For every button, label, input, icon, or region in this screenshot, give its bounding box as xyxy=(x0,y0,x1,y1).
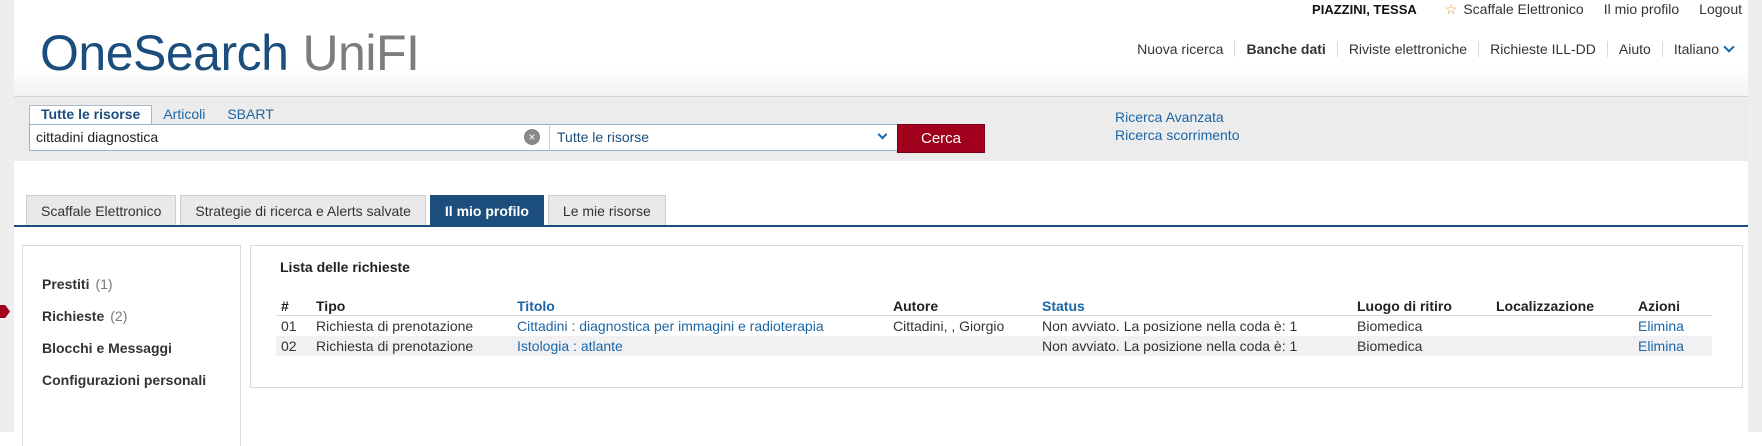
tab-saved-searches[interactable]: Strategie di ricerca e Alerts salvate xyxy=(180,195,426,226)
sidebar-item-label: Blocchi e Messaggi xyxy=(42,340,172,356)
sidebar-item-requests[interactable]: Richieste (2) xyxy=(42,308,127,324)
scope-value: Tutte le risorse xyxy=(557,129,650,145)
page-tabs: Scaffale Elettronico Strategie di ricerc… xyxy=(26,195,670,226)
panel-title: Lista delle richieste xyxy=(280,259,410,275)
sidebar-item-label: Richieste xyxy=(42,308,105,324)
nav-new-search[interactable]: Nuova ricerca xyxy=(1126,41,1234,57)
row-pickup: Biomedica xyxy=(1357,318,1423,334)
shelf-label: Scaffale Elettronico xyxy=(1463,1,1584,17)
advanced-links: Ricerca Avanzata Ricerca scorrimento xyxy=(1115,108,1239,144)
col-type: Tipo xyxy=(316,298,346,314)
row-number: 01 xyxy=(281,318,297,334)
advanced-search-link[interactable]: Ricerca Avanzata xyxy=(1115,108,1239,126)
logo[interactable]: OneSearch UniFI xyxy=(40,25,420,81)
row-status: Non avviato. La posizione nella coda è: … xyxy=(1042,318,1298,334)
browse-search-link[interactable]: Ricerca scorrimento xyxy=(1115,126,1239,144)
delete-button[interactable]: Elimina xyxy=(1638,338,1684,354)
chevron-down-icon xyxy=(877,129,888,140)
sidebar-item-settings[interactable]: Configurazioni personali xyxy=(42,372,206,388)
tab-my-resources[interactable]: Le mie risorse xyxy=(547,195,666,226)
row-type: Richiesta di prenotazione xyxy=(316,318,474,334)
chevron-down-icon xyxy=(1723,41,1735,53)
search-input[interactable]: cittadini diagnostica × xyxy=(29,124,551,151)
star-icon: ☆ xyxy=(1444,0,1458,17)
sidebar-item-label: Prestiti xyxy=(42,276,90,292)
tab-my-profile[interactable]: Il mio profilo xyxy=(429,195,544,226)
col-pickup: Luogo di ritiro xyxy=(1357,298,1452,314)
nav-databases[interactable]: Banche dati xyxy=(1234,41,1336,57)
col-location: Localizzazione xyxy=(1496,298,1595,314)
col-number: # xyxy=(281,298,289,314)
nav-help[interactable]: Aiuto xyxy=(1606,41,1662,57)
search-tab-all[interactable]: Tutte le risorse xyxy=(29,105,153,125)
tab-underline xyxy=(14,225,1748,227)
sidebar-item-count: (1) xyxy=(95,276,113,292)
search-tab-articles[interactable]: Articoli xyxy=(152,105,216,125)
header: OneSearch UniFI PIAZZINI, TESSA ☆ Scaffale… xyxy=(14,0,1748,97)
search-button[interactable]: Cerca xyxy=(897,124,985,153)
row-number: 02 xyxy=(281,338,297,354)
sidebar-item-loans[interactable]: Prestiti (1) xyxy=(42,276,113,292)
main-nav: Nuova ricerca Banche dati Riviste elettr… xyxy=(1126,41,1744,57)
table-row: 02 Richiesta di prenotazione Istologia :… xyxy=(276,336,1712,356)
col-author: Autore xyxy=(893,298,939,314)
table-row: 01 Richiesta di prenotazione Cittadini :… xyxy=(276,316,1712,336)
scope-select[interactable]: Tutte le risorse xyxy=(549,124,901,151)
search-query: cittadini diagnostica xyxy=(36,129,159,145)
table-header: # Tipo Titolo Autore Status Luogo di rit… xyxy=(276,296,1712,316)
nav-ejournals[interactable]: Riviste elettroniche xyxy=(1336,41,1478,57)
profile-sidebar: Prestiti (1) Richieste (2) Blocchi e Messa… xyxy=(22,245,241,446)
tab-shelf[interactable]: Scaffale Elettronico xyxy=(26,195,177,226)
row-title-link[interactable]: Cittadini : diagnostica per immagini e r… xyxy=(517,318,824,334)
profile-link[interactable]: Il mio profilo xyxy=(1604,1,1679,17)
search-tab-sbart[interactable]: SBART xyxy=(216,105,284,125)
row-status: Non avviato. La posizione nella coda è: … xyxy=(1042,338,1298,354)
col-status-sort[interactable]: Status xyxy=(1042,298,1085,314)
row-author: Cittadini, , Giorgio xyxy=(893,318,1005,334)
row-title-link[interactable]: Istologia : atlante xyxy=(517,338,623,354)
sidebar-item-blocks[interactable]: Blocchi e Messaggi xyxy=(42,340,172,356)
logo-unifi: UniFI xyxy=(302,25,420,81)
delete-button[interactable]: Elimina xyxy=(1638,318,1684,334)
search-tabs: Tutte le risorse Articoli SBART xyxy=(29,105,285,125)
language-label: Italiano xyxy=(1673,41,1719,57)
row-type: Richiesta di prenotazione xyxy=(316,338,474,354)
logout-link[interactable]: Logout xyxy=(1699,1,1742,17)
logo-onesearch: OneSearch xyxy=(40,25,289,81)
sidebar-item-label: Configurazioni personali xyxy=(42,372,207,388)
row-pickup: Biomedica xyxy=(1357,338,1423,354)
col-title-sort[interactable]: Titolo xyxy=(517,298,555,314)
sidebar-item-count: (2) xyxy=(110,308,128,324)
col-actions: Azioni xyxy=(1638,298,1680,314)
user-name: PIAZZINI, TESSA xyxy=(1312,1,1417,17)
shelf-link[interactable]: ☆ Scaffale Elettronico xyxy=(1445,1,1584,18)
left-gutter xyxy=(0,0,14,432)
search-area: Tutte le risorse Articoli SBART cittadin… xyxy=(14,97,1748,161)
right-gutter xyxy=(1748,0,1762,432)
user-bar: PIAZZINI, TESSA ☆ Scaffale Elettronico Il… xyxy=(1312,0,1742,18)
clear-icon[interactable]: × xyxy=(524,129,540,145)
nav-ill-requests[interactable]: Richieste ILL-DD xyxy=(1478,41,1607,57)
language-select[interactable]: Italiano xyxy=(1661,41,1744,57)
